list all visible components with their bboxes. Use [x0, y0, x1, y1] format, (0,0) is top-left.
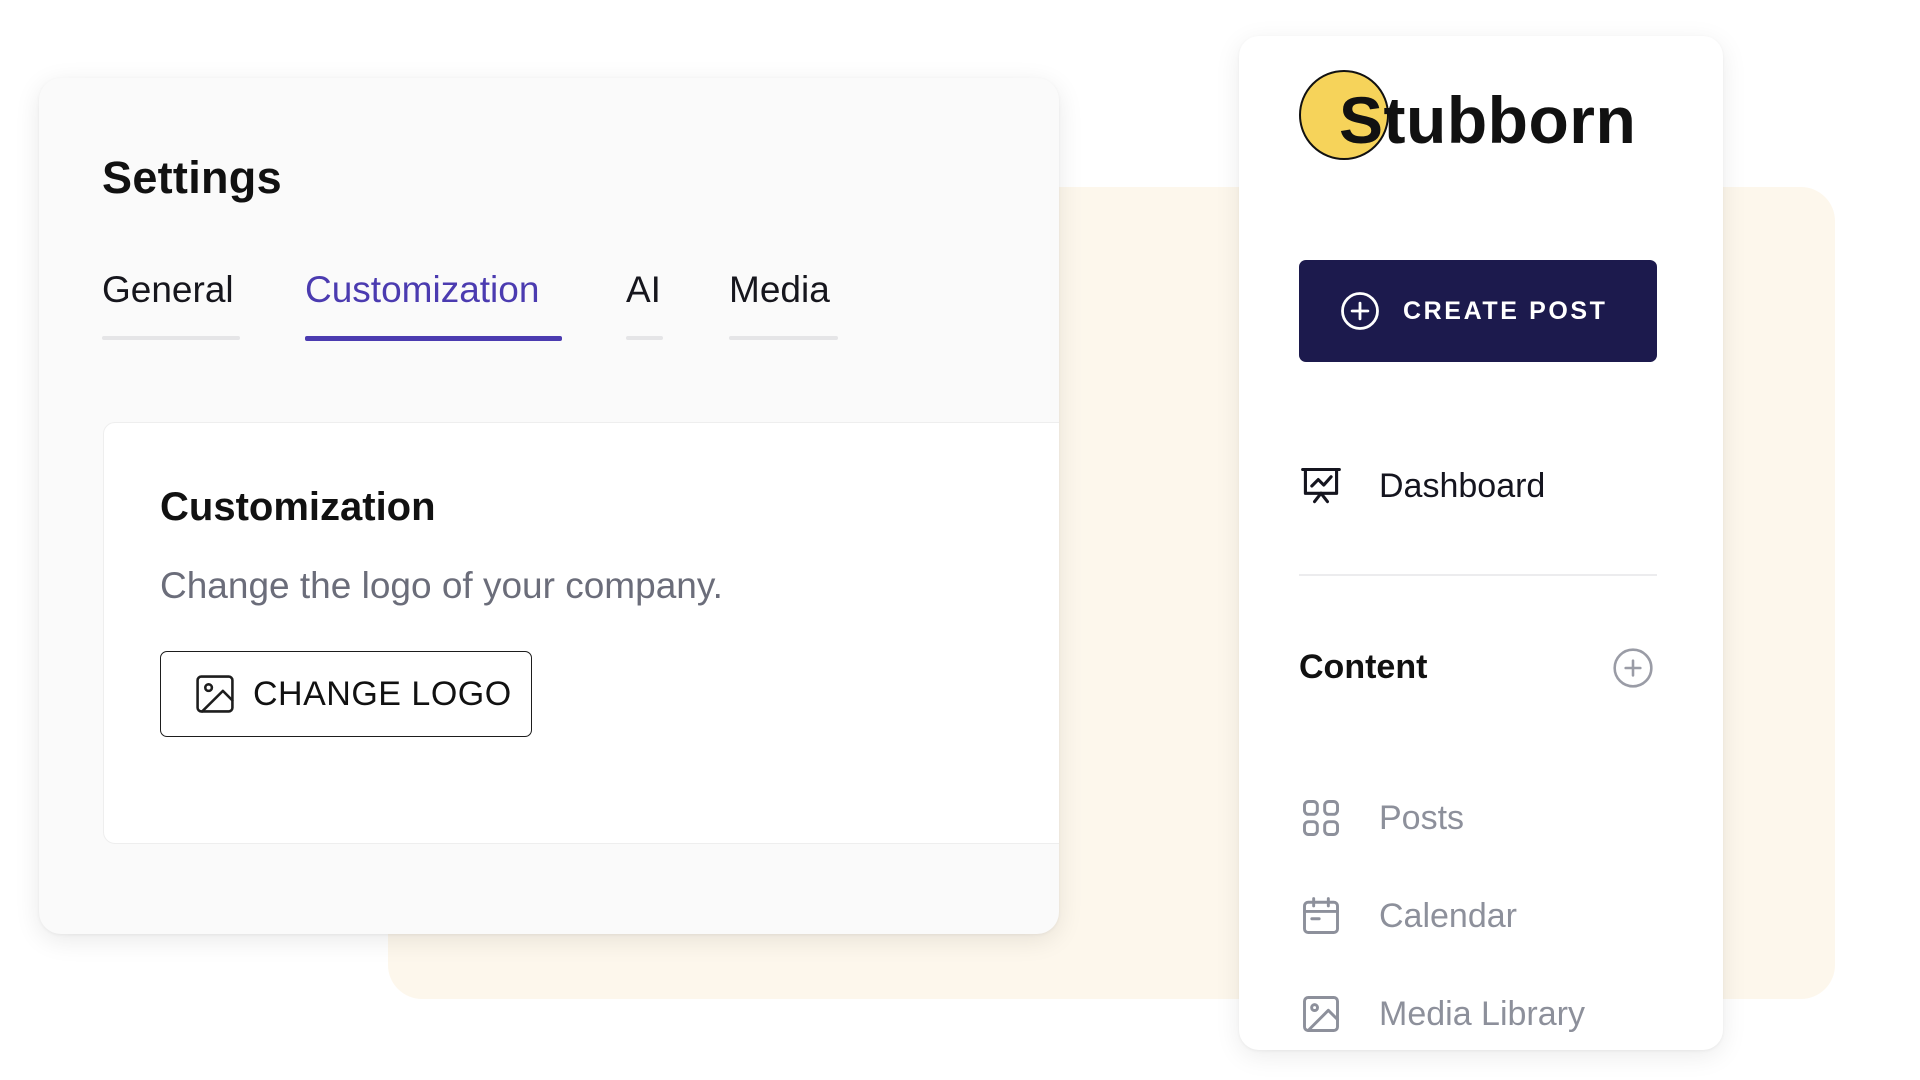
content-heading: Content — [1299, 648, 1428, 686]
grid-icon — [1303, 800, 1339, 836]
tab-label: Media — [729, 269, 830, 310]
sidebar-item-posts[interactable]: Posts — [1299, 796, 1464, 840]
add-content-button[interactable] — [1611, 646, 1655, 690]
brand-name: Stubborn — [1339, 83, 1637, 157]
plus-circle-icon — [1613, 648, 1653, 688]
plus-circle-icon — [1341, 292, 1379, 330]
tab-ai[interactable]: AI — [626, 268, 663, 344]
settings-card: Settings General Customization AI Media … — [39, 78, 1059, 934]
change-logo-label: CHANGE LOGO — [253, 674, 512, 713]
sidebar-item-label: Dashboard — [1379, 466, 1546, 505]
sidebar-item-label: Media Library — [1379, 994, 1585, 1033]
presentation-chart-icon — [1301, 467, 1341, 504]
change-logo-button[interactable]: CHANGE LOGO — [160, 651, 532, 737]
sidebar-item-media-library[interactable]: Media Library — [1299, 992, 1585, 1036]
image-icon — [1303, 996, 1339, 1032]
tab-media[interactable]: Media — [729, 268, 838, 344]
divider — [1299, 574, 1657, 576]
sidebar-item-label: Calendar — [1379, 896, 1517, 935]
calendar-icon — [1303, 897, 1339, 934]
tab-general[interactable]: General — [102, 268, 240, 344]
image-icon — [196, 675, 234, 713]
sidebar-item-calendar[interactable]: Calendar — [1299, 894, 1517, 938]
sidebar-item-dashboard[interactable]: Dashboard — [1299, 464, 1545, 508]
tab-label: Customization — [305, 269, 540, 310]
sidebar-item-label: Posts — [1379, 798, 1465, 837]
panel-description: Change the logo of your company. — [160, 565, 723, 606]
tab-customization[interactable]: Customization — [305, 268, 562, 344]
stage: Settings General Customization AI Media … — [0, 0, 1920, 1080]
brand-logo[interactable]: Stubborn — [1299, 68, 1679, 168]
customization-panel: Customization Change the logo of your co… — [103, 422, 1059, 844]
create-post-button[interactable]: CREATE POST — [1299, 260, 1657, 362]
sidebar: Stubborn CREATE POST Dashboard Content P… — [1239, 36, 1723, 1050]
tab-label: General — [102, 269, 234, 310]
create-post-label: CREATE POST — [1403, 296, 1608, 325]
tab-label: AI — [626, 269, 661, 310]
panel-title: Customization — [160, 485, 436, 529]
page-title: Settings — [102, 152, 282, 203]
